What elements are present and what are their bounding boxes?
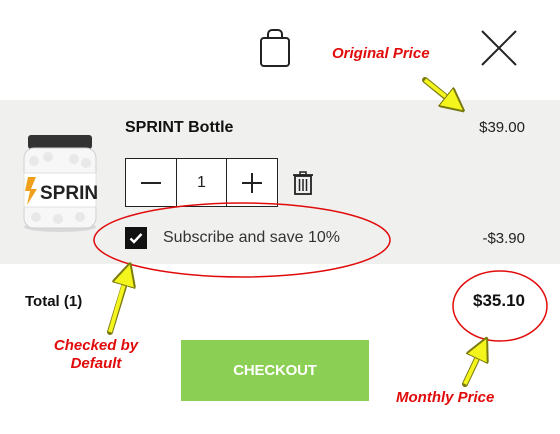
close-icon[interactable] [480,29,518,67]
quantity-value[interactable]: 1 [176,159,227,206]
checkbox-arrow [107,267,132,335]
product-image: SPRIN [14,133,106,233]
annotation-checked-line2: Default [70,355,122,372]
annotation-checked-line1: Checked by [53,337,139,354]
total-value: $35.10 [473,291,525,310]
annotation-original-price: Original Price [332,45,430,62]
quantity-stepper: 1 [125,158,278,207]
checkout-button[interactable]: CHECKOUT [181,340,369,401]
decrease-quantity-button[interactable] [126,159,176,206]
product-image-label: SPRIN [40,183,98,204]
plus-icon [241,172,262,193]
subscribe-checkbox[interactable] [125,227,147,249]
product-name: SPRINT Bottle [125,119,234,136]
total-label: Total (1) [25,293,83,310]
subscribe-label[interactable]: Subscribe and save 10% [163,229,340,247]
annotation-monthly-price: Monthly Price [396,389,495,406]
annotation-checked-by-default: Checked by Default [46,337,146,373]
original-price: $39.00 [479,119,525,136]
shopping-bag-icon[interactable] [258,28,292,68]
checkmark-icon [129,233,143,244]
minus-icon [141,181,162,184]
subscription-discount: -$3.90 [482,230,525,247]
increase-quantity-button[interactable] [227,159,277,206]
monthly-price-arrow [462,341,487,387]
trash-icon[interactable] [292,171,314,195]
